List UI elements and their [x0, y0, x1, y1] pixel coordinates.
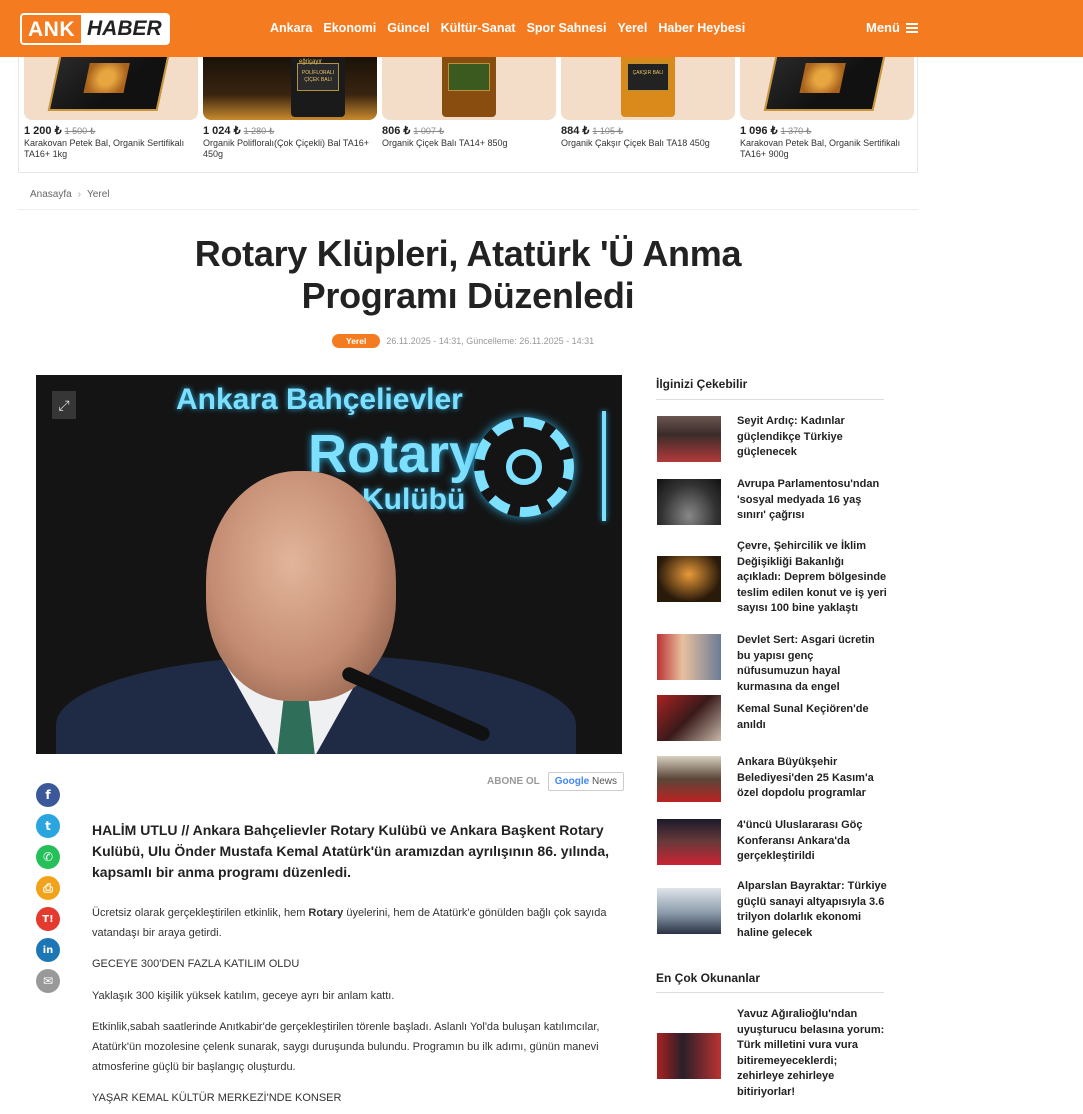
product-old-price: 1 280 ₺	[243, 126, 275, 136]
product-price: 806 ₺ 1 007 ₺	[382, 125, 445, 137]
news-title: Seyit Ardıç: Kadınlar güçlendikçe Türkiy…	[737, 415, 845, 459]
news-title: Ankara Büyükşehir Belediyesi'den 25 Kası…	[737, 756, 874, 800]
twitter-share-icon[interactable]: t	[36, 814, 60, 838]
breadcrumb: Anasayfa › Yerel	[30, 189, 109, 200]
whatsapp-share-icon[interactable]: ✆	[36, 845, 60, 869]
logo-part-1: ANK	[20, 13, 81, 45]
nav-item-ekonomi[interactable]: Ekonomi	[323, 21, 376, 35]
menu-label: Menü	[866, 20, 900, 35]
breadcrumb-home[interactable]: Anasayfa	[30, 189, 72, 200]
nav-item-kultur-sanat[interactable]: Kültür-Sanat	[441, 21, 516, 35]
news-title: Yavuz Ağıralioğlu'ndan uyuşturucu belası…	[737, 1008, 885, 1098]
news-thumbnail	[657, 416, 721, 462]
linkedin-share-icon[interactable]: in	[36, 938, 60, 962]
site-header: ANK HABER Ankara Ekonomi Güncel Kültür-S…	[0, 0, 1083, 57]
share-bar: f t ✆ ⎙ T! in ✉	[36, 783, 60, 993]
rotary-wheel-logo	[474, 417, 574, 517]
news-title: Devlet Sert: Asgari ücretin bu yapısı ge…	[737, 634, 875, 693]
article-title: Rotary Klüpleri, Atatürk 'Ü Anma Program…	[194, 233, 742, 316]
news-title: Alparslan Bayraktar: Türkiye güçlü sanay…	[737, 880, 887, 939]
google-news-button[interactable]: Google News	[547, 772, 625, 791]
product-price: 884 ₺ 1 105 ₺	[561, 125, 624, 137]
image-text-line1: Ankara Bahçelievler	[176, 383, 463, 416]
article-paragraph: Etkinlik,sabah saatlerinde Anıtkabir'de …	[92, 1021, 600, 1073]
news-thumbnail	[657, 1033, 721, 1079]
text-size-icon[interactable]: T!	[36, 907, 60, 931]
product-title: Organik Çiçek Balı TA14+ 850g	[382, 138, 508, 148]
news-thumbnail	[657, 819, 721, 865]
menu-button[interactable]: Menü	[866, 20, 918, 35]
divider	[656, 992, 884, 993]
breadcrumb-current[interactable]: Yerel	[87, 189, 109, 200]
article-paragraph: Ücretsiz olarak gerçekleştirilen etkinli…	[92, 907, 607, 939]
subscribe-row: ABONE OL Google News	[487, 772, 625, 791]
article-lead: HALİM UTLU // Ankara Bahçelievler Rotary…	[92, 822, 610, 880]
hamburger-icon	[905, 22, 918, 33]
news-title: 4'üncü Uluslararası Göç Konferansı Ankar…	[737, 819, 863, 863]
product-title: Karakovan Petek Bal, Organik Sertifikalı…	[740, 138, 901, 159]
product-old-price: 1 105 ₺	[592, 126, 624, 136]
main-nav: Ankara Ekonomi Güncel Kültür-Sanat Spor …	[270, 21, 756, 35]
rotary-link: Rotary	[308, 907, 344, 919]
nav-item-yerel[interactable]: Yerel	[617, 21, 647, 35]
news-thumbnail	[657, 756, 721, 802]
product-title: Organik Polifloralı(Çok Çiçekli) Bal TA1…	[203, 138, 369, 159]
product-old-price: 1 370 ₺	[780, 126, 812, 136]
product-title: Organik Çakşır Çiçek Balı TA18 450g	[561, 138, 710, 148]
product-price: 1 200 ₺ 1 500 ₺	[24, 125, 96, 137]
product-title: Karakovan Petek Bal, Organik Sertifikalı…	[24, 138, 185, 159]
product-image	[740, 57, 914, 120]
news-thumbnail	[657, 634, 721, 680]
article-meta: Yerel 26.11.2025 - 14:31, Güncelleme: 26…	[332, 334, 594, 348]
news-thumbnail	[657, 479, 721, 525]
article-paragraph: Yaklaşık 300 kişilik yüksek katılım, gec…	[92, 990, 395, 1002]
facebook-share-icon[interactable]: f	[36, 783, 60, 807]
product-ad-strip: 1 200 ₺ 1 500 ₺ Karakovan Petek Bal, Orga…	[18, 57, 918, 173]
news-title: Avrupa Parlamentosu'ndan 'sosyal medyada…	[737, 478, 880, 522]
sidebar-section-title: İlginizi Çekebilir	[656, 377, 748, 391]
nav-item-ankara[interactable]: Ankara	[270, 21, 312, 35]
product-image: ÇAKŞIR BALI	[561, 57, 735, 120]
email-share-icon[interactable]: ✉	[36, 969, 60, 993]
subscribe-label: ABONE OL	[487, 776, 540, 787]
speaker-figure	[206, 471, 396, 701]
print-icon[interactable]: ⎙	[36, 876, 60, 900]
article-main-image[interactable]: Ankara Bahçelievler Rotary Kulübü ⤢	[36, 375, 622, 754]
article-subheading: YAŞAR KEMAL KÜLTÜR MERKEZİ'NDE KONSER	[92, 1092, 342, 1104]
product-card[interactable]: 1 096 ₺ 1 370 ₺ Karakovan Petek Bal, Orga…	[740, 57, 914, 160]
sidebar-section-title: En Çok Okunanlar	[656, 971, 761, 985]
product-price: 1 096 ₺ 1 370 ₺	[740, 125, 812, 137]
product-brand: eğriçayır	[299, 59, 323, 65]
divider	[18, 209, 918, 210]
news-thumbnail	[657, 695, 721, 741]
product-card[interactable]: 806 ₺ 1 007 ₺ Organik Çiçek Balı TA14+ 85…	[382, 57, 556, 149]
nav-item-spor-sahnesi[interactable]: Spor Sahnesi	[527, 21, 607, 35]
product-old-price: 1 500 ₺	[64, 126, 96, 136]
product-image	[382, 57, 556, 120]
product-price: 1 024 ₺ 1 280 ₺	[203, 125, 275, 137]
product-card[interactable]: ÇAKŞIR BALI 884 ₺ 1 105 ₺ Organik Çakşır …	[561, 57, 735, 149]
expand-icon[interactable]: ⤢	[52, 391, 76, 419]
product-image	[24, 57, 198, 120]
news-thumbnail	[657, 888, 721, 934]
divider	[656, 399, 884, 400]
product-card[interactable]: POLİFLORALI ÇİÇEK BALI eğriçayır 1 024 ₺…	[203, 57, 377, 160]
product-old-price: 1 007 ₺	[413, 126, 445, 136]
chevron-right-icon: ›	[77, 189, 82, 200]
product-card[interactable]: 1 200 ₺ 1 500 ₺ Karakovan Petek Bal, Orga…	[24, 57, 198, 160]
image-text-line3: Kulübü	[362, 483, 466, 516]
nav-item-guncel[interactable]: Güncel	[387, 21, 429, 35]
article-subheading: GECEYE 300'DEN FAZLA KATILIM OLDU	[92, 958, 300, 970]
category-badge[interactable]: Yerel	[332, 334, 381, 348]
nav-item-haber-heybesi[interactable]: Haber Heybesi	[658, 21, 745, 35]
site-logo[interactable]: ANK HABER	[20, 13, 170, 45]
news-title: Çevre, Şehircilik ve İklim Değişikliği B…	[737, 540, 887, 615]
logo-part-2: HABER	[81, 13, 170, 45]
news-title: Kemal Sunal Keçiören'de anıldı	[737, 703, 869, 731]
news-thumbnail	[657, 556, 721, 602]
article-date: 26.11.2025 - 14:31, Güncelleme: 26.11.20…	[386, 336, 595, 346]
product-image: POLİFLORALI ÇİÇEK BALI eğriçayır	[203, 57, 377, 120]
